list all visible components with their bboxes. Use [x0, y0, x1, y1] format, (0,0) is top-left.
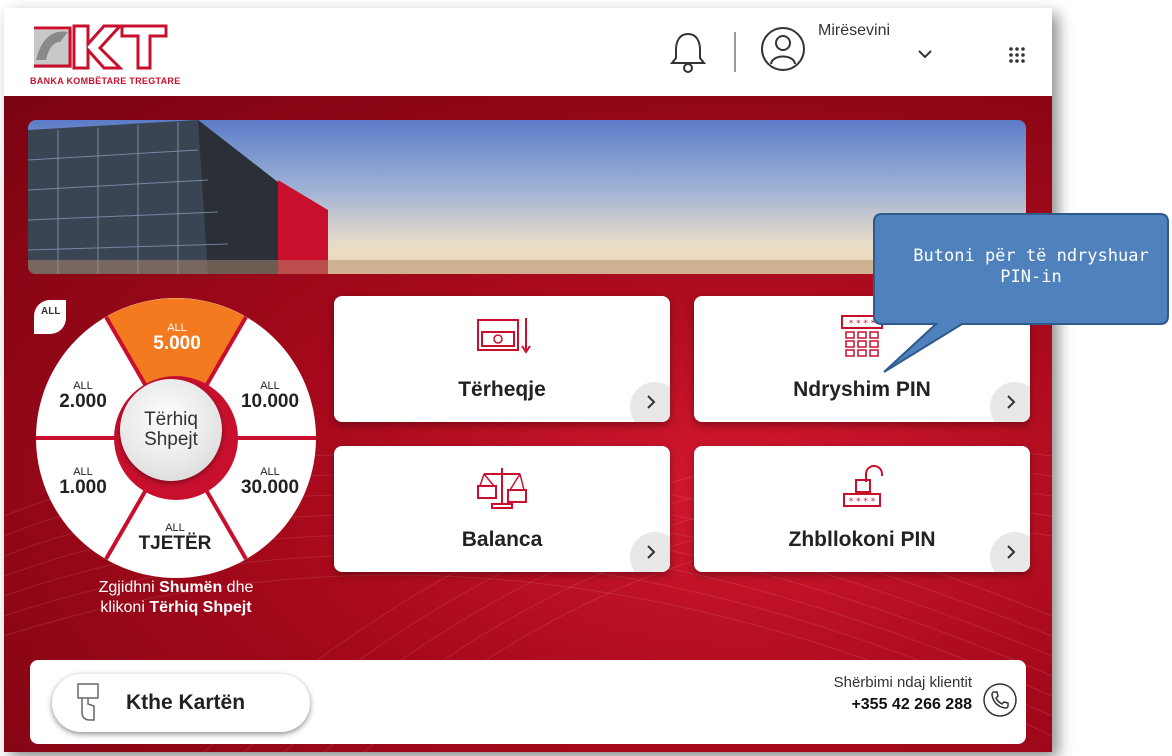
annotation-text: Butoni për të ndryshuar PIN-in	[913, 246, 1149, 287]
amount-5000-button[interactable]: ALL 5.000	[142, 322, 212, 354]
hint-text: dhe	[222, 579, 254, 596]
amount-30000-button[interactable]: ALL 30.000	[230, 466, 310, 498]
quick-withdraw-line1: Tërhiq	[144, 409, 198, 430]
withdraw-label: Tërheqje	[458, 378, 546, 401]
unlock-pin-label: Zhbllokoni PIN	[788, 528, 936, 551]
card-return-icon	[77, 683, 99, 721]
hint-bold: Tërhiq Shpejt	[149, 599, 252, 616]
withdraw-tile[interactable]: Tërheqje	[334, 296, 670, 422]
return-card-label: Kthe Kartën	[126, 691, 246, 714]
bkt-logo: BANKA KOMBËTARE TREGTARE	[30, 20, 180, 90]
amount-value: 10.000	[240, 391, 300, 412]
unlock-pin-icon: * * * *	[843, 465, 883, 507]
balance-scale-icon	[477, 468, 527, 509]
hint-text: Zgjidhni	[98, 579, 160, 596]
quick-withdraw-button[interactable]: Tërhiq Shpejt	[120, 379, 222, 481]
amount-10000-button[interactable]: ALL 10.000	[230, 380, 310, 412]
apps-grid-icon[interactable]	[1008, 46, 1026, 64]
amount-2000-button[interactable]: ALL 2.000	[48, 380, 118, 412]
amount-value: 5.000	[153, 333, 201, 354]
header-divider	[734, 32, 736, 72]
return-card-button[interactable]: Kthe Kartën	[52, 674, 310, 732]
phone-icon[interactable]	[982, 682, 1018, 718]
amount-value: TJETËR	[138, 533, 212, 554]
header: BANKA KOMBËTARE TREGTARE Mirësevini	[4, 8, 1052, 97]
footer-bar: Kthe Kartën Shërbimi ndaj klientit +355 …	[30, 660, 1026, 744]
amount-other-button[interactable]: ALL TJETËR	[134, 522, 216, 554]
quick-withdraw-line2: Shpejt	[144, 429, 198, 450]
annotation-callout	[873, 213, 1169, 373]
amount-value: 2.000	[59, 391, 107, 412]
support-label: Shërbimi ndaj klientit	[833, 674, 972, 691]
support-phone: +355 42 266 288	[851, 696, 972, 713]
user-avatar-icon[interactable]	[760, 26, 806, 72]
balance-tile[interactable]: Balanca	[334, 446, 670, 572]
amount-value: 30.000	[240, 477, 300, 498]
main-area: ALL ALL 5.000 ALL 10.000 ALL 30.000 ALL …	[4, 96, 1052, 752]
svg-text:* * * *: * * * *	[849, 497, 876, 507]
bell-icon[interactable]	[668, 30, 708, 74]
balance-label: Balanca	[461, 528, 543, 551]
hint-bold: Shumën	[159, 579, 223, 596]
welcome-text: Mirësevini	[818, 22, 891, 39]
chevron-down-icon[interactable]	[916, 46, 934, 60]
quick-cash-hint: Zgjidhni Shumën dhe klikoni Tërhiq Shpej…	[44, 578, 308, 618]
amount-value: 1.000	[59, 477, 107, 498]
unlock-pin-tile[interactable]: * * * * Zhbllokoni PIN	[694, 446, 1030, 572]
amount-1000-button[interactable]: ALL 1.000	[48, 466, 118, 498]
logo-subtitle: BANKA KOMBËTARE TREGTARE	[30, 76, 181, 86]
cash-withdraw-icon	[477, 318, 531, 354]
hint-text: klikoni	[100, 599, 150, 616]
